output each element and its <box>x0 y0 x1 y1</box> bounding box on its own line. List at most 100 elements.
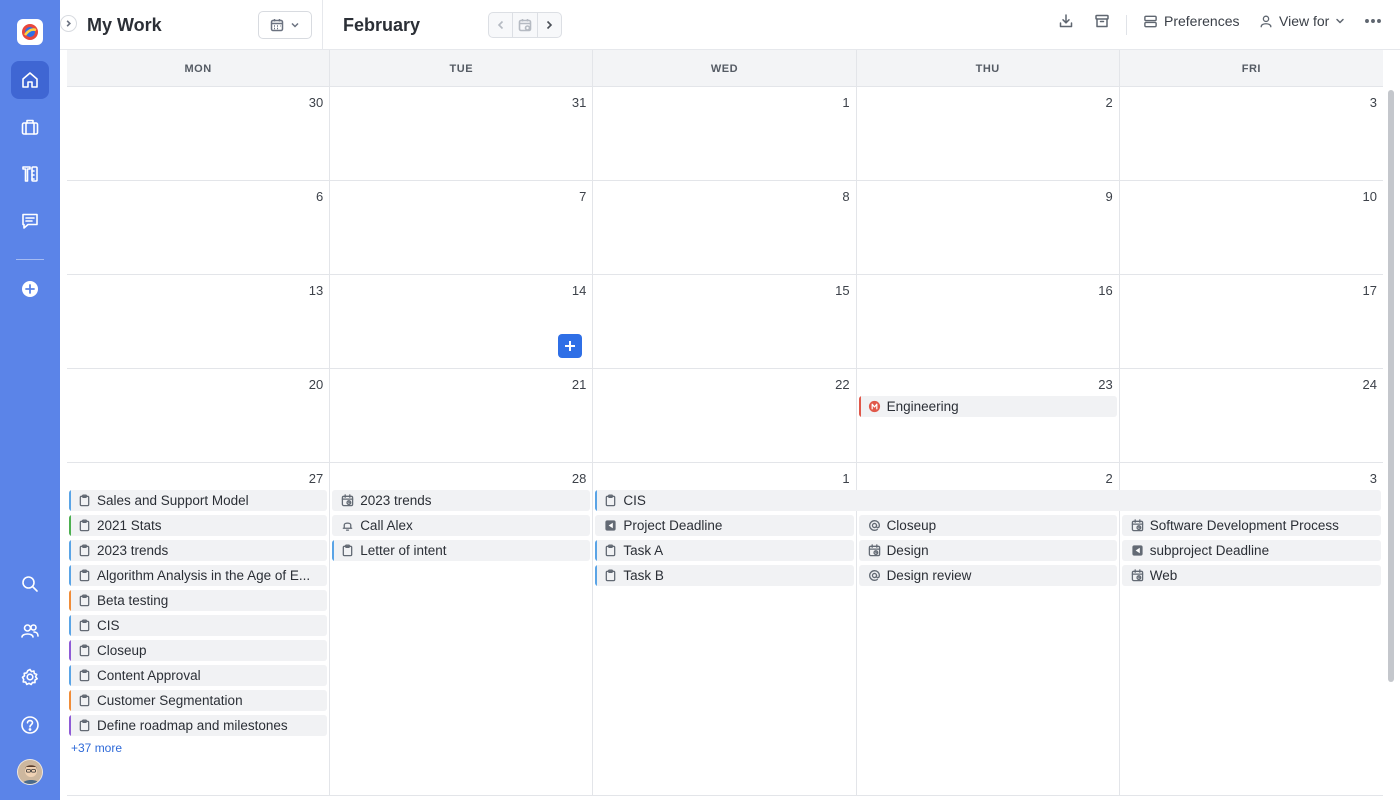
day-cell[interactable]: 8 <box>593 181 857 274</box>
calendar-event[interactable]: Closeup <box>69 640 328 661</box>
export-button[interactable] <box>1058 13 1074 29</box>
header-divider <box>322 0 323 50</box>
rail-help-button[interactable] <box>11 706 49 744</box>
spanning-calendar-event[interactable]: CIS <box>595 490 1381 511</box>
more-options-button[interactable] <box>1364 13 1382 29</box>
day-cell[interactable]: 2 <box>857 87 1120 180</box>
calendar-event[interactable]: Task B <box>595 565 854 586</box>
day-cell[interactable]: 22 <box>593 369 857 462</box>
calendar-event[interactable]: Letter of intent <box>332 540 591 561</box>
calendar-event[interactable]: 2021 Stats <box>69 515 328 536</box>
calendar-event[interactable]: 2023 trends <box>69 540 328 561</box>
day-cell[interactable]: 30 <box>67 87 331 180</box>
top-header: My Work February Preferences View for <box>60 0 1400 50</box>
rail-search-button[interactable] <box>11 565 49 603</box>
calendar-event[interactable]: Engineering <box>858 396 1117 417</box>
day-cell[interactable]: 10 <box>1120 181 1383 274</box>
day-cell[interactable]: 31 <box>330 87 594 180</box>
day-cell[interactable]: 2 Closeup Design Design review <box>857 463 1120 795</box>
event-label: Algorithm Analysis in the Age of E... <box>97 568 311 583</box>
sidebar-expand-toggle[interactable] <box>60 15 77 32</box>
archive-button[interactable] <box>1094 13 1110 29</box>
rail-settings-button[interactable] <box>11 658 49 696</box>
event-color-bar <box>69 640 71 661</box>
more-events-link[interactable]: +37 more <box>71 741 122 755</box>
day-cell[interactable]: 15 <box>593 275 857 368</box>
day-cell[interactable]: 20 <box>67 369 331 462</box>
rail-portfolio-button[interactable] <box>11 108 49 146</box>
calendar-event[interactable]: Closeup <box>858 515 1117 536</box>
rail-messages-button[interactable] <box>11 202 49 240</box>
download-icon <box>1059 14 1073 28</box>
rail-create-button[interactable] <box>11 270 49 308</box>
add-event-button[interactable] <box>558 334 583 358</box>
calendar-event[interactable]: Design <box>858 540 1117 561</box>
calendar-event[interactable]: Web <box>1121 565 1381 586</box>
rail-home-button[interactable] <box>11 61 49 99</box>
day-number: 3 <box>1369 95 1377 110</box>
day-cell[interactable]: 14 <box>330 275 594 368</box>
day-cell[interactable]: 1 <box>593 87 857 180</box>
day-cell[interactable]: 27 Sales and Support Model 2021 Stats 2023 … <box>67 463 331 795</box>
flag-icon <box>604 519 617 532</box>
calendar-event[interactable]: Algorithm Analysis in the Age of E... <box>69 565 328 586</box>
calendar-event[interactable]: 2023 trends <box>332 490 591 511</box>
calendar-event[interactable]: subproject Deadline <box>1121 540 1381 561</box>
app-logo[interactable] <box>17 19 43 45</box>
calendar-event[interactable]: Customer Segmentation <box>69 690 328 711</box>
day-cell[interactable]: 17 <box>1120 275 1383 368</box>
week-row: 20 21 22 23 Engineering 24 <box>67 369 1383 463</box>
day-number: 2 <box>1105 471 1113 486</box>
rail-people-button[interactable] <box>11 612 49 650</box>
scrollbar-thumb[interactable] <box>1388 90 1394 682</box>
calendar-event[interactable]: Design review <box>858 565 1117 586</box>
calendar-clock-icon <box>1131 569 1144 582</box>
calendar-event[interactable]: CIS <box>69 615 328 636</box>
day-cell[interactable]: 7 <box>330 181 594 274</box>
calendar-event[interactable]: Call Alex <box>332 515 591 536</box>
clipboard-icon <box>78 569 91 582</box>
day-cell[interactable]: 16 <box>857 275 1120 368</box>
day-cell[interactable]: 3 <box>1120 87 1383 180</box>
next-month-button[interactable] <box>536 13 561 37</box>
previous-month-button[interactable] <box>489 13 512 37</box>
calendar-event[interactable]: Software Development Process <box>1121 515 1381 536</box>
day-cell[interactable]: 24 <box>1120 369 1383 462</box>
view-type-select[interactable] <box>258 11 312 39</box>
day-number: 30 <box>308 95 324 110</box>
day-cell[interactable]: 1 Project Deadline Task A Task B <box>593 463 857 795</box>
clipboard-icon <box>604 569 617 582</box>
day-cell[interactable]: 3 Software Development Process subproject … <box>1120 463 1383 795</box>
chevron-right-icon <box>66 20 71 27</box>
preferences-button[interactable]: Preferences <box>1143 13 1239 29</box>
plus-circle-icon <box>22 281 38 297</box>
calendar-event[interactable]: Sales and Support Model <box>69 490 328 511</box>
calendar-event[interactable]: Content Approval <box>69 665 328 686</box>
left-rail <box>0 0 60 800</box>
day-cell[interactable]: 21 <box>330 369 594 462</box>
calendar-event[interactable]: Project Deadline <box>595 515 854 536</box>
event-label: Closeup <box>886 518 937 533</box>
day-cell[interactable]: 9 <box>857 181 1120 274</box>
day-number: 8 <box>842 189 850 204</box>
calendar-event[interactable]: Beta testing <box>69 590 328 611</box>
today-button[interactable] <box>512 13 536 37</box>
clipboard-icon <box>78 594 91 607</box>
at-icon <box>868 569 881 582</box>
event-label: 2023 trends <box>360 493 432 508</box>
calendar-scrollbar[interactable] <box>1386 88 1396 798</box>
day-cell[interactable]: 28 2023 trends Call Alex Letter of intent <box>330 463 594 795</box>
rail-divider <box>16 259 44 260</box>
more-horizontal-icon <box>1365 19 1381 23</box>
day-cell[interactable]: 13 <box>67 275 331 368</box>
day-cell[interactable]: 6 <box>67 181 331 274</box>
view-for-dropdown[interactable]: View for <box>1259 13 1345 29</box>
page-title: My Work <box>87 15 162 35</box>
event-color-bar <box>595 565 598 586</box>
user-avatar[interactable] <box>17 759 43 785</box>
day-cell[interactable]: 23 Engineering <box>857 369 1120 462</box>
event-label: Task A <box>623 543 664 558</box>
calendar-event[interactable]: Define roadmap and milestones <box>69 715 328 736</box>
calendar-event[interactable]: Task A <box>595 540 854 561</box>
rail-templates-button[interactable] <box>11 155 49 193</box>
